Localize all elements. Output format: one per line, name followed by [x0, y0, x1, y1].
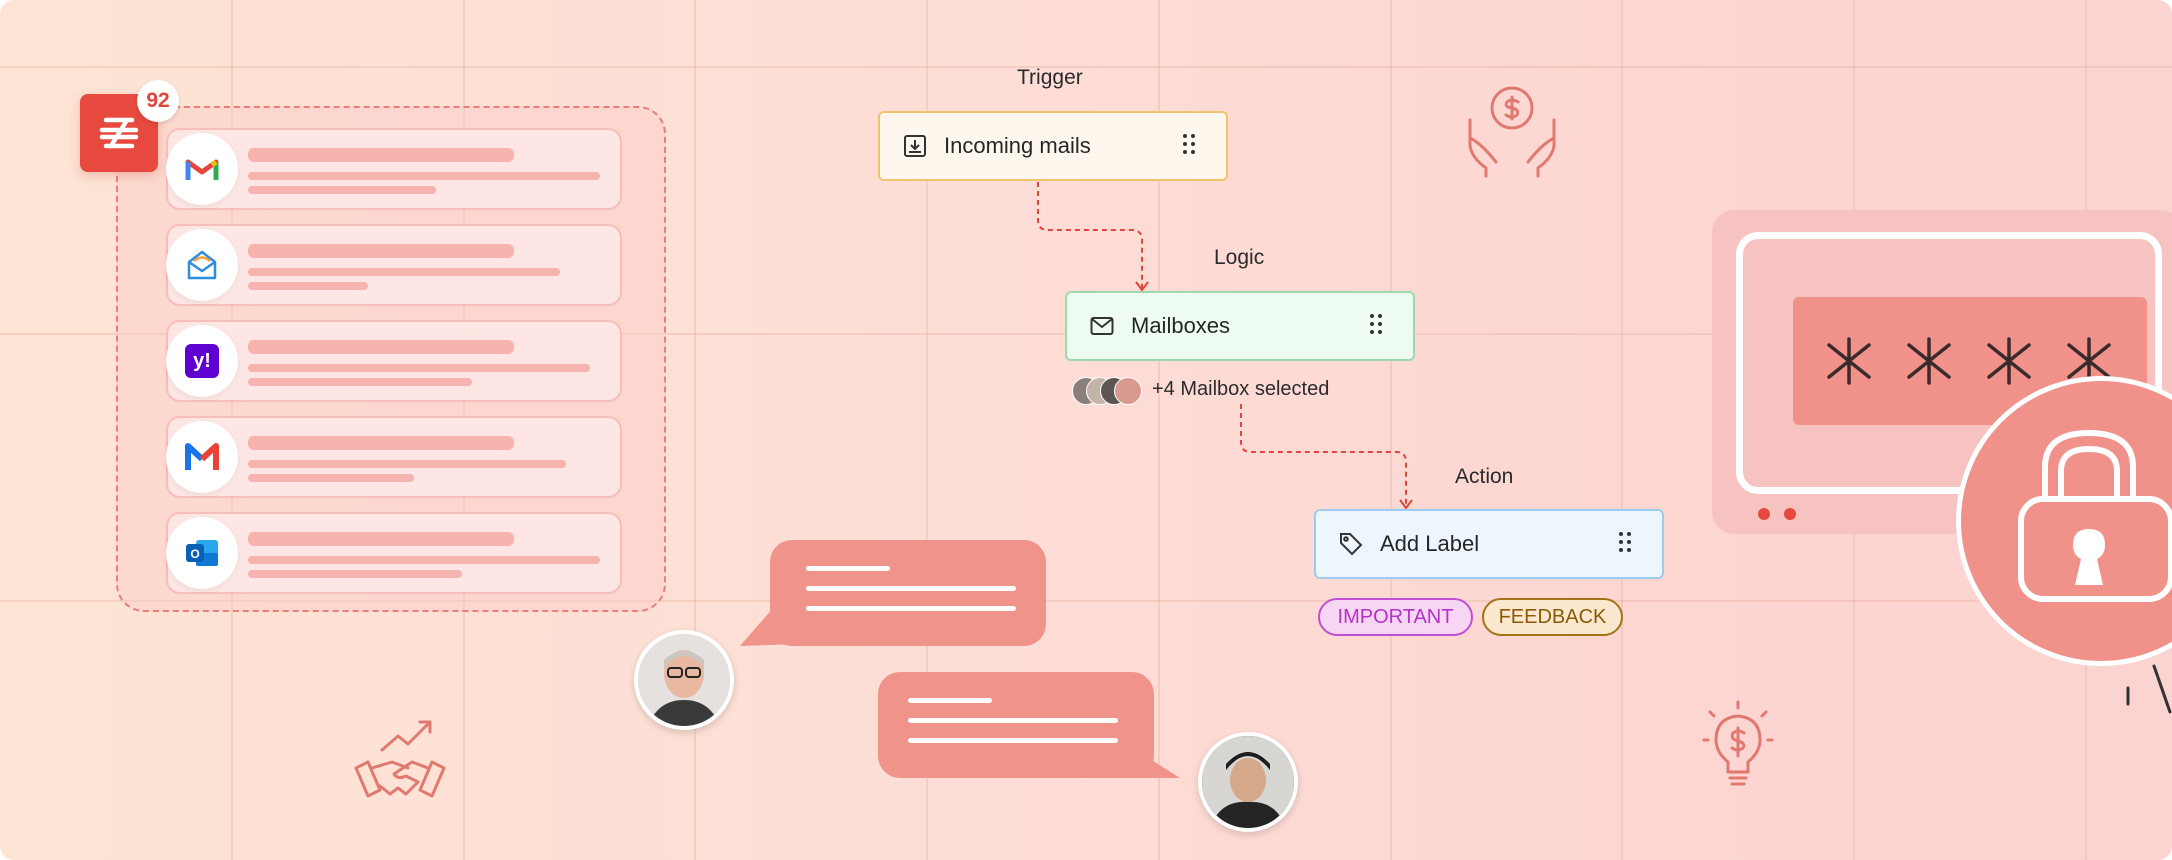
mailbox-selection-text: +4 Mailbox selected — [1152, 378, 1330, 400]
action-node-text: Add Label — [1380, 531, 1480, 556]
action-label: Action — [1455, 465, 1514, 488]
decorative-strokes — [2126, 664, 2172, 714]
tag-important[interactable]: IMPORTANT — [1318, 598, 1473, 636]
chat-bubble-left-tail — [740, 600, 800, 646]
chat-bubble-right-tail — [1120, 740, 1180, 778]
person-avatar-right — [1198, 732, 1298, 832]
screen-indicator-dot — [1758, 508, 1770, 520]
trigger-label: Trigger — [1017, 66, 1083, 89]
padlock-icon — [2018, 429, 2172, 602]
illustration-canvas: 92 y! O Trigger Incoming mails Logic Mai… — [0, 0, 2172, 860]
envelope-icon — [1089, 313, 1115, 339]
selected-mailbox-avatars — [1072, 377, 1142, 405]
lightbulb-dollar-icon — [1702, 700, 1774, 786]
tag-feedback[interactable]: FEEDBACK — [1482, 598, 1623, 636]
chat-bubble-left — [770, 540, 1046, 646]
drag-handle-icon[interactable] — [1369, 313, 1389, 340]
handshake-growth-icon — [354, 720, 446, 798]
logic-node[interactable]: Mailboxes — [1065, 291, 1415, 361]
trigger-node[interactable]: Incoming mails — [878, 111, 1228, 181]
action-node[interactable]: Add Label — [1314, 509, 1664, 579]
download-tray-icon — [902, 133, 928, 159]
chat-bubble-right — [878, 672, 1154, 778]
drag-handle-icon[interactable] — [1618, 531, 1638, 558]
trigger-node-text: Incoming mails — [944, 133, 1091, 158]
drag-handle-icon[interactable] — [1182, 133, 1202, 160]
person-avatar-left — [634, 630, 734, 730]
screen-indicator-dot — [1784, 508, 1796, 520]
logic-node-text: Mailboxes — [1131, 313, 1231, 338]
tag-icon — [1338, 531, 1364, 557]
logic-label: Logic — [1214, 246, 1265, 269]
money-hands-icon — [1468, 86, 1556, 178]
